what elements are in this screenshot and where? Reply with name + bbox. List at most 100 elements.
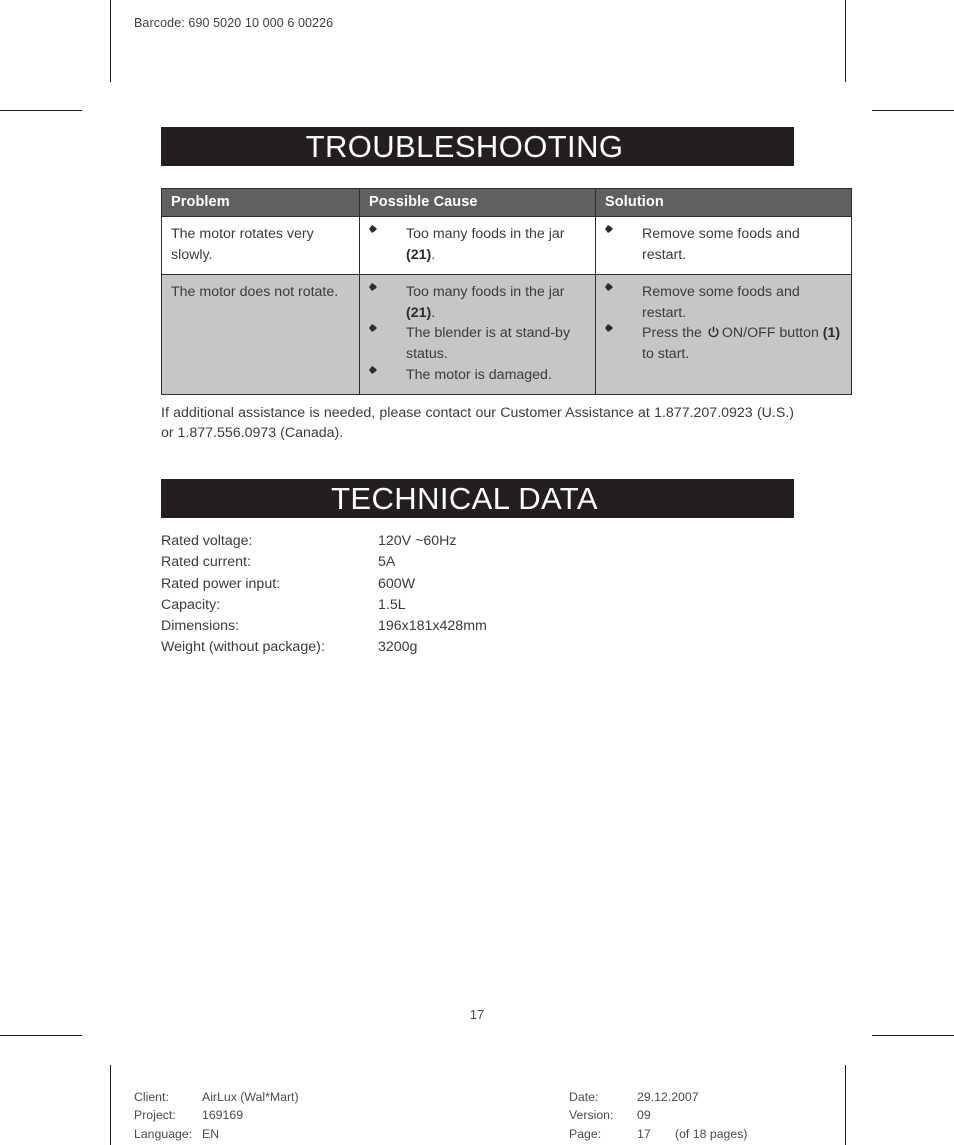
footer-value-version: 09 bbox=[637, 1108, 651, 1123]
spec-row: Dimensions: 196x181x428mm bbox=[161, 616, 794, 637]
solution-prefix: Press the bbox=[642, 325, 706, 342]
spec-value: 3200g bbox=[378, 638, 418, 655]
technical-data-section: TECHNICAL DATA Rated voltage: 120V ~60Hz… bbox=[161, 479, 794, 657]
footer-row: Project: 169169 bbox=[134, 1106, 569, 1124]
spec-value: 1.5L bbox=[378, 596, 406, 613]
footer-row: Version: 09 bbox=[569, 1106, 747, 1124]
troubleshooting-table-body: The motor rotates very slowly. Too many … bbox=[161, 215, 852, 396]
spec-row: Capacity: 1.5L bbox=[161, 595, 794, 616]
problem-text: The motor does not rotate. bbox=[171, 284, 339, 301]
footer-left-column: Client: AirLux (Wal*Mart) Project: 16916… bbox=[134, 1088, 569, 1143]
cell-solution: Remove some foods and restart. Press the… bbox=[595, 274, 852, 396]
footer-right-column: Date: 29.12.2007 Version: 09 Page: 17 (of… bbox=[569, 1088, 747, 1143]
troubleshooting-table: Problem Possible Cause Solution The moto… bbox=[161, 188, 852, 396]
solution-list: Remove some foods and restart. bbox=[605, 224, 842, 265]
troubleshooting-section-header: TROUBLESHOOTING bbox=[161, 127, 794, 166]
list-item: Too many foods in the jar (21). bbox=[369, 282, 586, 323]
cell-possible-cause: Too many foods in the jar (21). The blen… bbox=[359, 274, 596, 396]
solution-text: Remove some foods and restart. bbox=[642, 226, 800, 263]
cause-text: Too many foods in the jar bbox=[406, 284, 565, 301]
technical-data-title: TECHNICAL DATA bbox=[331, 481, 598, 517]
cell-problem: The motor does not rotate. bbox=[161, 274, 360, 396]
cropmark-bottom-left-horizontal bbox=[0, 1035, 82, 1036]
column-header-problem: Problem bbox=[161, 188, 360, 217]
table-row: The motor does not rotate. Too many food… bbox=[161, 274, 852, 396]
footer-label-date: Date: bbox=[569, 1090, 599, 1104]
cause-tail: . bbox=[431, 304, 436, 321]
cropmark-top-left-horizontal bbox=[0, 110, 82, 111]
cropmark-bottom-right-horizontal bbox=[872, 1035, 954, 1036]
footer-value-page: 17 (of 18 pages) bbox=[637, 1125, 747, 1143]
technical-data-section-header: TECHNICAL DATA bbox=[161, 479, 794, 519]
power-icon bbox=[707, 326, 720, 339]
diamond-bullet-icon bbox=[369, 365, 381, 384]
page-number: 17 bbox=[469, 1007, 485, 1022]
solution-ref: (1) bbox=[822, 325, 841, 342]
solution-tail: to start. bbox=[642, 345, 690, 362]
cause-list: Too many foods in the jar (21). bbox=[369, 224, 586, 265]
table-row: The motor rotates very slowly. Too many … bbox=[161, 215, 852, 276]
diamond-bullet-icon bbox=[605, 225, 617, 243]
list-item: Remove some foods and restart. bbox=[605, 282, 842, 323]
list-item: Remove some foods and restart. bbox=[605, 224, 842, 265]
column-header-solution: Solution bbox=[595, 188, 852, 217]
cause-ref: (21) bbox=[406, 246, 432, 263]
spec-label: Weight (without package): bbox=[161, 638, 325, 655]
footer-page-note: (of 18 pages) bbox=[675, 1126, 748, 1141]
cropmark-top-right-vertical bbox=[845, 0, 846, 82]
solution-list: Remove some foods and restart. Press the… bbox=[605, 282, 842, 364]
troubleshooting-title: TROUBLESHOOTING bbox=[305, 129, 624, 164]
diamond-bullet-icon bbox=[605, 324, 617, 342]
footer-label-project: Project: bbox=[134, 1108, 176, 1123]
spec-row: Rated power input: 600W bbox=[161, 574, 794, 595]
technical-specs-list: Rated voltage: 120V ~60Hz Rated current:… bbox=[161, 531, 794, 657]
solution-text: Remove some foods and restart. bbox=[642, 284, 800, 321]
footer-page-number: 17 bbox=[637, 1126, 651, 1141]
footer-row: Date: 29.12.2007 bbox=[569, 1088, 747, 1106]
spec-row: Weight (without package): 3200g bbox=[161, 637, 794, 658]
spec-label: Rated current: bbox=[161, 554, 251, 571]
cropmark-top-right-horizontal bbox=[872, 110, 954, 111]
spec-row: Rated current: 5A bbox=[161, 552, 794, 573]
list-item: The blender is at stand-by status. bbox=[369, 323, 586, 364]
customer-assistance-text: If additional assistance is needed, plea… bbox=[161, 405, 794, 442]
spec-value: 5A bbox=[378, 554, 396, 571]
cause-ref: (21) bbox=[406, 304, 432, 321]
footer-row: Page: 17 (of 18 pages) bbox=[569, 1125, 747, 1143]
footer-row: Language: EN bbox=[134, 1125, 569, 1143]
diamond-bullet-icon bbox=[369, 324, 381, 342]
footer-value-project: 169169 bbox=[202, 1108, 244, 1123]
footer-label-version: Version: bbox=[569, 1108, 614, 1123]
footer-label-client: Client: bbox=[134, 1090, 169, 1104]
footer-value-language: EN bbox=[202, 1126, 220, 1141]
diamond-bullet-icon bbox=[605, 283, 617, 301]
footer-value-client: AirLux (Wal*Mart) bbox=[202, 1090, 299, 1104]
cause-text: Too many foods in the jar bbox=[406, 226, 565, 242]
spec-label: Rated power input: bbox=[161, 575, 281, 592]
spec-label: Capacity: bbox=[161, 596, 221, 613]
cause-text: The motor is damaged. bbox=[406, 366, 552, 383]
barcode-label: Barcode: 690 5020 10 000 6 00226 bbox=[134, 16, 334, 30]
column-header-possible-cause: Possible Cause bbox=[359, 188, 596, 217]
footer-row: Client: AirLux (Wal*Mart) bbox=[134, 1088, 569, 1106]
list-item: Too many foods in the jar (21). bbox=[369, 224, 586, 265]
footer-value-date: 29.12.2007 bbox=[637, 1090, 699, 1104]
diamond-bullet-icon bbox=[369, 225, 381, 243]
footer-label-language: Language: bbox=[134, 1126, 193, 1141]
list-item: The motor is damaged. bbox=[369, 365, 586, 386]
cropmark-top-left-vertical bbox=[110, 0, 111, 82]
problem-text: The motor rotates very slowly. bbox=[171, 226, 314, 263]
spec-value: 600W bbox=[378, 575, 416, 592]
cell-solution: Remove some foods and restart. bbox=[595, 215, 852, 276]
spec-value: 196x181x428mm bbox=[378, 617, 487, 634]
diamond-bullet-icon bbox=[369, 283, 381, 301]
spec-label: Rated voltage: bbox=[161, 533, 253, 550]
spec-value: 120V ~60Hz bbox=[378, 533, 457, 550]
list-item: Press the ON/OFF button (1) to start. bbox=[605, 323, 842, 364]
spec-label: Dimensions: bbox=[161, 617, 240, 634]
spec-row: Rated voltage: 120V ~60Hz bbox=[161, 531, 794, 552]
footer-label-page: Page: bbox=[569, 1126, 602, 1141]
cell-possible-cause: Too many foods in the jar (21). bbox=[359, 215, 596, 276]
solution-mid: ON/OFF button bbox=[721, 325, 823, 342]
cause-list: Too many foods in the jar (21). The blen… bbox=[369, 282, 586, 385]
